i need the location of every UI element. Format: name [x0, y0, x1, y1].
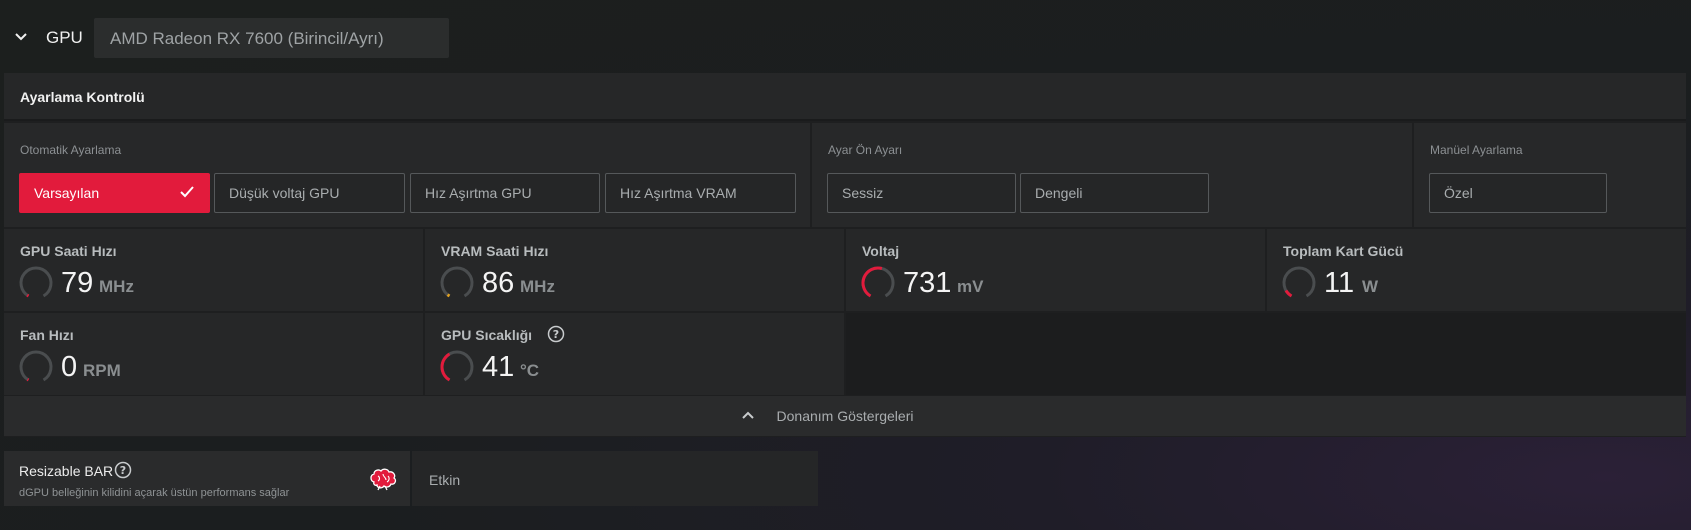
metric-total-board-power: Toplam Kart Gücü 11 W	[1267, 229, 1686, 311]
gauge-fill	[440, 352, 451, 382]
metric-value: 0	[61, 351, 78, 383]
checkmark-icon	[180, 186, 194, 198]
chevron-down-icon[interactable]	[14, 32, 28, 42]
gauge-icon	[861, 266, 895, 298]
resizable-bar-card: Resizable BAR ? dGPU belleğinin kilidini…	[4, 451, 410, 506]
resizable-bar-title: Resizable BAR	[19, 463, 114, 479]
gauge-track	[19, 350, 53, 382]
resizable-bar-value-field[interactable]: Etkin	[412, 451, 818, 506]
metric-unit: W	[1362, 277, 1379, 296]
metric-gpu-clock: GPU Saati Hızı 79 MHz	[4, 229, 423, 311]
metric-label: GPU Sıcaklığı	[441, 327, 533, 343]
gpu-selector[interactable]: AMD Radeon RX 7600 (Birincil/Ayrı)	[94, 18, 449, 58]
manual-tuning-section: Manüel Ayarlama Özel	[1414, 123, 1686, 227]
default-button[interactable]: Varsayılan	[19, 173, 210, 213]
gauge-icon	[1282, 266, 1316, 298]
metric-gpu-temperature: GPU Sıcaklığı ? 41 °C	[425, 313, 844, 395]
hardware-indicators-label: Donanım Göstergeleri	[776, 408, 914, 424]
balanced-preset-button[interactable]: Dengeli	[1020, 173, 1209, 213]
gpu-section-label: GPU	[46, 28, 83, 47]
gauge-icon	[440, 266, 474, 298]
metric-unit: MHz	[520, 277, 555, 296]
silent-preset-button[interactable]: Sessiz	[827, 173, 1016, 213]
manual-tuning-label: Manüel Ayarlama	[1430, 143, 1523, 157]
overclock-vram-button[interactable]: Hız Aşırtma VRAM	[605, 173, 796, 213]
gauge-icon	[19, 266, 53, 298]
gauge-fill	[26, 378, 30, 382]
undervolt-gpu-button[interactable]: Düşük voltaj GPU	[214, 173, 405, 213]
gauge-icon	[19, 350, 53, 382]
overclock-gpu-button[interactable]: Hız Aşırtma GPU	[410, 173, 600, 213]
metric-unit: RPM	[83, 361, 121, 380]
default-button-label: Varsayılan	[34, 185, 100, 201]
resizable-bar-description: dGPU belleğinin kilidini açarak üstün pe…	[19, 487, 290, 499]
metric-label: Fan Hızı	[20, 327, 74, 343]
gauge-fill	[1284, 289, 1293, 298]
metric-value: 731	[903, 267, 952, 299]
auto-tuning-section: Otomatik Ayarlama Varsayılan Düşük volta…	[4, 123, 810, 227]
metric-value: 11	[1324, 267, 1355, 299]
metric-value: 41	[482, 351, 515, 383]
gauge-icon	[440, 350, 474, 382]
tuning-control-title: Ayarlama Kontrolü	[4, 73, 1686, 121]
svg-text:?: ?	[120, 464, 126, 477]
question-circle-icon[interactable]: ?	[114, 461, 132, 479]
gauge-fill	[861, 266, 883, 298]
metric-label: Voltaj	[862, 243, 900, 259]
auto-tuning-label: Otomatik Ayarlama	[20, 143, 122, 157]
metric-unit: MHz	[99, 277, 134, 296]
metric-vram-clock: VRAM Saati Hızı 86 MHz	[425, 229, 844, 311]
svg-text:?: ?	[553, 328, 559, 341]
chevron-up-icon	[742, 411, 754, 419]
metric-unit: mV	[957, 277, 984, 296]
metric-label: GPU Saati Hızı	[20, 243, 117, 259]
metric-unit: °C	[520, 361, 540, 380]
metric-value: 79	[61, 267, 94, 299]
tuning-preset-section: Ayar Ön Ayarı Sessiz Dengeli	[812, 123, 1412, 227]
custom-button[interactable]: Özel	[1429, 173, 1607, 213]
gauge-track	[440, 266, 474, 298]
brain-icon	[370, 468, 397, 491]
gauge-track	[19, 266, 53, 298]
metric-label: VRAM Saati Hızı	[441, 243, 549, 259]
metric-voltage: Voltaj 731 mV	[846, 229, 1265, 311]
resizable-bar-value: Etkin	[429, 472, 461, 488]
gauge-fill	[26, 293, 30, 298]
gauge-fill	[446, 293, 451, 298]
tuning-preset-label: Ayar Ön Ayarı	[828, 143, 903, 157]
question-circle-icon[interactable]: ?	[547, 325, 565, 343]
metric-label: Toplam Kart Gücü	[1283, 243, 1404, 259]
hardware-indicators-toggle[interactable]: Donanım Göstergeleri	[4, 396, 1686, 436]
metric-fan-speed: Fan Hızı 0 RPM	[4, 313, 423, 395]
metric-value: 86	[482, 267, 515, 299]
metrics-empty-area	[846, 313, 1686, 395]
